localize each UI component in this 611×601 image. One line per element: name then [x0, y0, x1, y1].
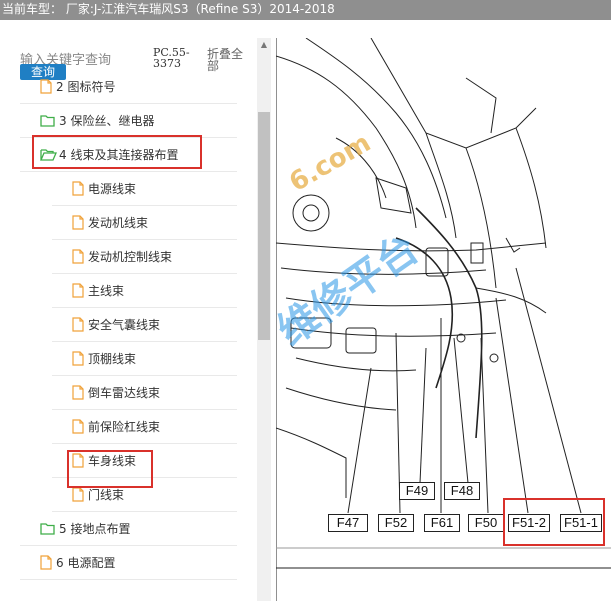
connector-label: F49 — [399, 482, 435, 500]
current-vehicle-text: 当前车型： 厂家:J-江淮汽车瑞风S3（Refine S3）2014-2018 — [2, 2, 335, 16]
tree-item[interactable]: 顶棚线束 — [52, 342, 237, 376]
title-bar: 当前车型： 厂家:J-江淮汽车瑞风S3（Refine S3）2014-2018 — [0, 0, 611, 20]
tree-item-label: 主线束 — [88, 284, 125, 298]
tree-item-label: 3 保险丝、继电器 — [59, 114, 155, 128]
file-icon — [72, 453, 84, 468]
tree-item-label: 电源线束 — [88, 182, 137, 196]
connector-label: F51-2 — [508, 514, 550, 532]
connector-label: F52 — [378, 514, 414, 532]
connector-label: F51-1 — [560, 514, 602, 532]
file-icon — [72, 181, 84, 196]
tree-item[interactable]: 3 保险丝、继电器 — [20, 104, 237, 138]
file-icon — [72, 385, 84, 400]
file-icon — [72, 351, 84, 366]
file-icon — [72, 215, 84, 230]
folder-icon — [40, 522, 55, 535]
tree-item[interactable]: 发动机线束 — [52, 206, 237, 240]
tree-item-label: 6 电源配置 — [56, 556, 116, 570]
file-icon — [72, 283, 84, 298]
file-icon — [72, 317, 84, 332]
left-panel: 输入关键字查询 查询 PC.55-3373 折叠全部 2 图标符号 3 保险丝、继… — [0, 20, 257, 601]
folder-icon — [40, 114, 55, 127]
file-icon — [72, 487, 84, 502]
tree-item[interactable]: 安全气囊线束 — [52, 308, 237, 342]
tree-item-label: 安全气囊线束 — [88, 318, 161, 332]
tree-item[interactable]: 5 接地点布置 — [20, 512, 237, 546]
tree-item[interactable]: 6 电源配置 — [20, 546, 237, 580]
tree-item[interactable]: 主线束 — [52, 274, 237, 308]
file-icon — [40, 555, 52, 570]
folder-open-icon — [40, 148, 57, 161]
tree-item-label: 发动机线束 — [88, 216, 149, 230]
connector-label: F61 — [424, 514, 460, 532]
connector-label: F47 — [328, 514, 368, 532]
tree-item-label: 5 接地点布置 — [59, 522, 131, 536]
tree-item-label: 发动机控制线束 — [88, 250, 173, 264]
tree-item-label: 4 线束及其连接器布置 — [59, 148, 179, 162]
tree-item[interactable]: 2 图标符号 — [20, 70, 237, 104]
file-icon — [40, 79, 52, 94]
connector-label: F48 — [444, 482, 480, 500]
fold-all-button[interactable]: 折叠全部 — [207, 48, 247, 72]
file-icon — [72, 419, 84, 434]
pc-code: PC.55-3373 — [153, 46, 190, 70]
tree-item-label: 2 图标符号 — [56, 80, 116, 94]
wiring-diagram: 6.com 维修平台 F49 F48 F47 F52 F61 F50 F51-2 F51-1 — [276, 38, 611, 601]
scrollbar-thumb[interactable] — [258, 112, 270, 340]
scrollbar[interactable]: ▲ — [257, 38, 271, 601]
tree-item[interactable]: 电源线束 — [52, 172, 237, 206]
tree-item-label: 顶棚线束 — [88, 352, 137, 366]
tree-item[interactable]: 4 线束及其连接器布置 — [20, 138, 237, 172]
connector-label: F50 — [468, 514, 504, 532]
tree-item[interactable]: 发动机控制线束 — [52, 240, 237, 274]
scroll-up-arrow-icon[interactable]: ▲ — [257, 38, 271, 52]
tree-item-label: 门线束 — [88, 488, 125, 502]
tree-item[interactable]: 车身线束 — [52, 444, 237, 478]
tree-item-label: 车身线束 — [88, 454, 137, 468]
tree-item-label: 倒车雷达线束 — [88, 386, 161, 400]
tree-item[interactable]: 倒车雷达线束 — [52, 376, 237, 410]
tree-item[interactable]: 门线束 — [52, 478, 237, 512]
tree-item-label: 前保险杠线束 — [88, 420, 161, 434]
tree-item[interactable]: 前保险杠线束 — [52, 410, 237, 444]
file-icon — [72, 249, 84, 264]
